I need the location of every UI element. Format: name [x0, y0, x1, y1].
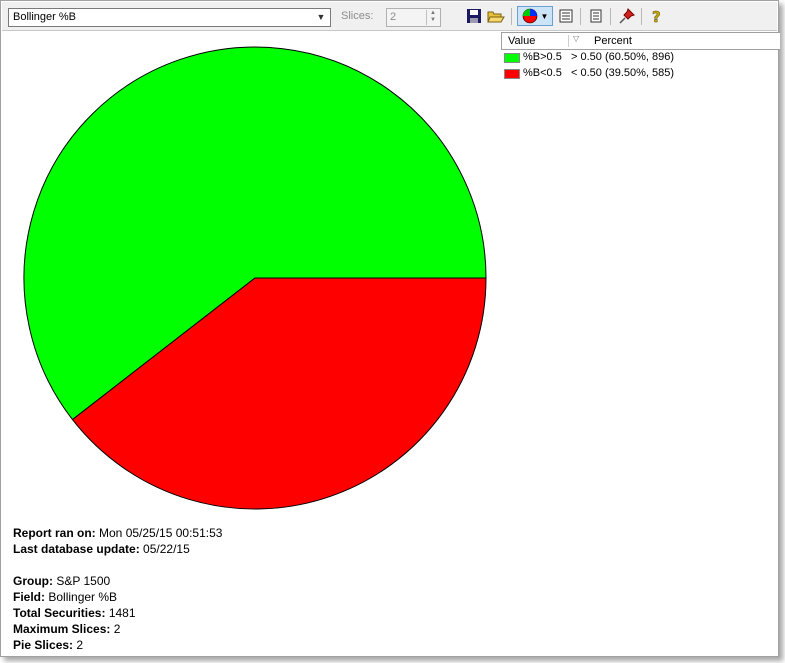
legend-row-percent: > 0.50 (60.50%, 896): [571, 51, 675, 63]
legend-header: Value ▽ Percent: [501, 32, 780, 50]
report-max-slices-label: Maximum Slices:: [13, 622, 111, 636]
legend-header-value[interactable]: Value: [508, 35, 535, 47]
legend-row-value: %B>0.5: [523, 51, 562, 63]
report-group: Group: S&P 1500: [13, 573, 222, 589]
last-db-update-label: Last database update:: [13, 542, 140, 556]
last-db-update-value: 05/22/15: [143, 542, 190, 556]
legend-swatch: [504, 69, 520, 79]
legend-swatch: [504, 53, 520, 63]
report-pie-slices-value: 2: [76, 638, 84, 652]
report-pie-slices: Pie Slices: 2: [13, 637, 222, 653]
legend-row[interactable]: %B>0.5 > 0.50 (60.50%, 896): [501, 50, 780, 66]
last-db-update: Last database update: 05/22/15: [13, 541, 222, 557]
legend-row-percent: < 0.50 (39.50%, 585): [571, 67, 675, 79]
column-divider: [568, 35, 569, 47]
report-ran-on: Report ran on: Mon 05/25/15 00:51:53: [13, 525, 222, 541]
report-ran-on-label: Report ran on:: [13, 526, 96, 540]
report-total-label: Total Securities:: [13, 606, 106, 620]
report-group-value: S&P 1500: [56, 574, 111, 588]
report-total-value: 1481: [108, 606, 136, 620]
legend-header-percent[interactable]: Percent: [594, 35, 632, 47]
report-group-label: Group:: [13, 574, 53, 588]
report-pie-slices-label: Pie Slices:: [13, 638, 74, 652]
report-max-slices: Maximum Slices: 2: [13, 621, 222, 637]
report-window: Bollinger %B ▼ Slices: 2 ▲ ▼ ▼ ? Value ▽…: [0, 0, 780, 657]
report-ran-on-value: Mon 05/25/15 00:51:53: [99, 526, 223, 540]
report-summary: Report ran on: Mon 05/25/15 00:51:53 Las…: [13, 525, 222, 653]
sort-icon: ▽: [573, 34, 580, 43]
report-field-value: Bollinger %B: [48, 590, 118, 604]
legend: Value ▽ Percent %B>0.5 > 0.50 (60.50%, 8…: [501, 32, 780, 82]
report-max-slices-value: 2: [113, 622, 121, 636]
report-total: Total Securities: 1481: [13, 605, 222, 621]
legend-row-value: %B<0.5: [523, 67, 562, 79]
report-field: Field: Bollinger %B: [13, 589, 222, 605]
report-field-label: Field:: [13, 590, 45, 604]
legend-row[interactable]: %B<0.5 < 0.50 (39.50%, 585): [501, 66, 780, 82]
